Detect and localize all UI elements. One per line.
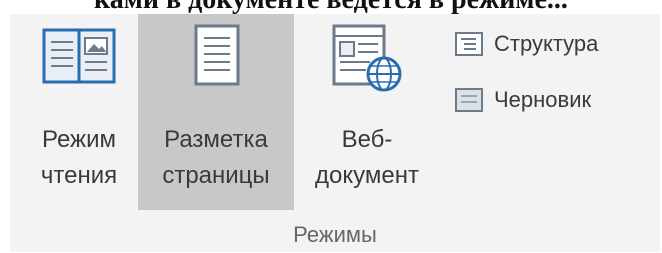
draft-view-icon [455,88,483,112]
ribbon-views-group: Режим чтения Разметка страницы Веб- доку… [10,14,660,252]
web-layout-label: Веб- документ [315,126,419,189]
print-layout-button[interactable]: Разметка страницы [138,14,294,210]
draft-view-label: Черновик [494,87,592,112]
draft-view-button[interactable]: Черновик [454,80,591,120]
print-layout-label: Разметка страницы [162,126,270,189]
print-layout-page-icon [194,24,240,86]
read-mode-button[interactable]: Режим чтения [20,14,138,210]
read-mode-book-icon [42,28,116,84]
web-layout-globe-icon [332,24,402,92]
outline-view-label: Структура [494,31,599,56]
outline-view-icon [455,32,483,56]
web-layout-button[interactable]: Веб- документ [294,14,440,210]
group-label-modes: Режимы [293,222,377,247]
document-caption-fragment: ками в документе ведется в режиме... [0,0,662,14]
read-mode-label: Режим чтения [40,126,118,189]
outline-view-button[interactable]: Структура [454,24,598,64]
